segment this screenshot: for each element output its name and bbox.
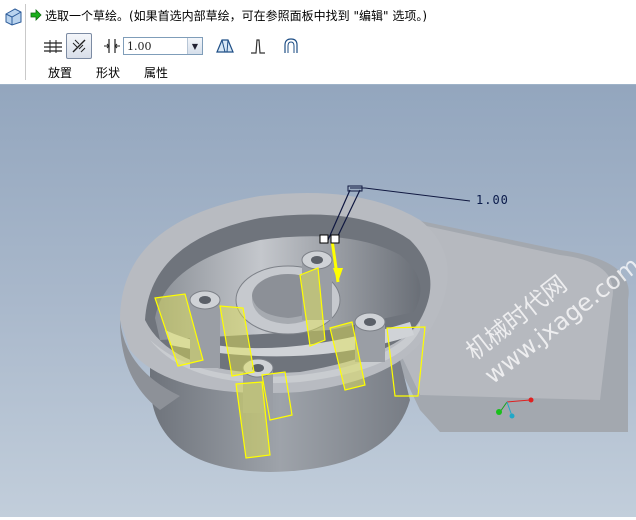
- tab-properties[interactable]: 属性: [144, 64, 168, 81]
- drag-handle[interactable]: [330, 234, 340, 244]
- prompt-message: 选取一个草绘。(如果首选内部草绘，可在参照面板中找到 "编辑" 选项。): [30, 7, 427, 23]
- flip-direction-button[interactable]: [66, 33, 92, 59]
- tab-placement[interactable]: 放置: [48, 64, 72, 81]
- thickness-label: [101, 33, 123, 59]
- tab-shape[interactable]: 形状: [96, 64, 120, 81]
- thickness-input[interactable]: 1.00 ▼: [123, 37, 203, 55]
- straight-edge-icon: [251, 39, 265, 54]
- divider: [25, 4, 26, 80]
- symmetric-icon: [44, 40, 62, 53]
- dropdown-icon[interactable]: ▼: [187, 38, 202, 54]
- symmetric-button[interactable]: [40, 33, 66, 59]
- taper-icon: [216, 39, 234, 53]
- flip-direction-icon: [72, 39, 86, 53]
- thickness-icon: [104, 39, 120, 53]
- rounded-edge-icon: [284, 38, 298, 53]
- rounded-edge-button[interactable]: [278, 33, 304, 59]
- prompt-text: 选取一个草绘。(如果首选内部草绘，可在参照面板中找到 "编辑" 选项。): [45, 8, 428, 23]
- thickness-value: 1.00: [127, 39, 152, 53]
- model-viewport[interactable]: 1.00 机械时代网 www.jxage.com: [0, 85, 636, 517]
- rib-feature-icon: [3, 6, 23, 26]
- straight-edge-button[interactable]: [245, 33, 271, 59]
- taper-button[interactable]: [212, 33, 238, 59]
- drag-handle[interactable]: [319, 234, 329, 244]
- dimension-label[interactable]: 1.00: [476, 193, 509, 207]
- dashboard-panel: 选取一个草绘。(如果首选内部草绘，可在参照面板中找到 "编辑" 选项。) 1.0…: [0, 0, 636, 85]
- next-arrow-icon: [30, 9, 42, 21]
